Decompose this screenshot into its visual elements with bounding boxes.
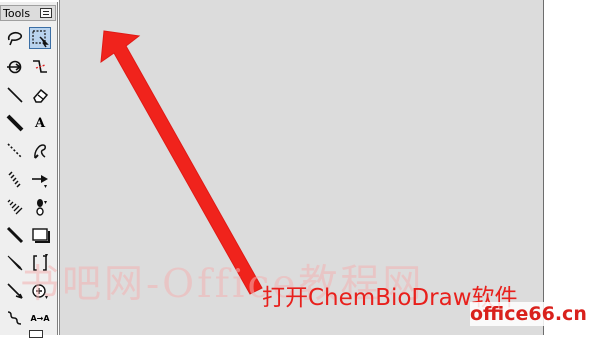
watermark-site: office66.cn <box>470 302 587 326</box>
